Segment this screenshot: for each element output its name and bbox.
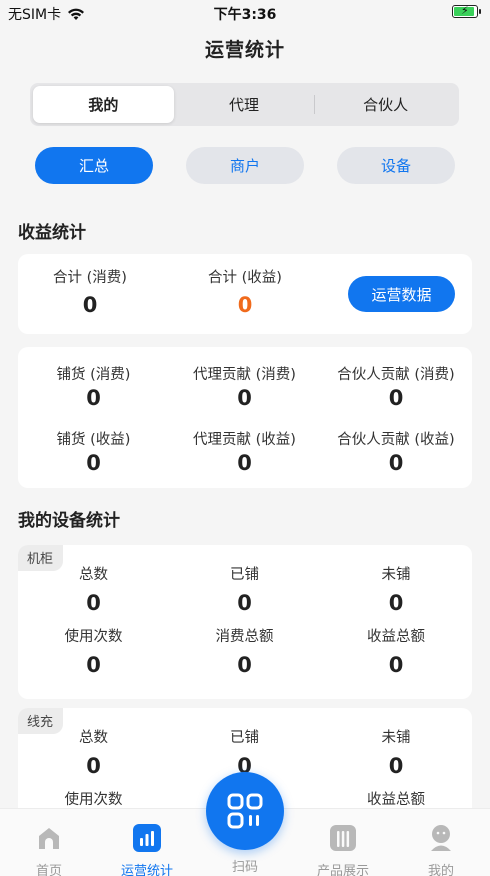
breakdown-label: 代理贡献 (收益)	[193, 432, 296, 448]
stat-label: 收益总额	[367, 629, 425, 645]
clock: 下午3:36	[213, 7, 277, 23]
scan-icon	[227, 793, 263, 829]
stat-label: 已铺	[230, 730, 259, 746]
stat-label: 总数	[79, 730, 108, 746]
device-stat: 使用次数	[18, 788, 169, 809]
breakdown-item: 代理贡献 (收益) 0	[169, 428, 320, 475]
tab-products[interactable]: 产品展示	[294, 809, 392, 876]
stat-value: 0	[388, 591, 404, 615]
stat-value: 0	[388, 754, 404, 778]
stat-value: 0	[86, 754, 101, 778]
total-consumption-value: 0	[82, 293, 98, 317]
stat-label: 已铺	[230, 567, 259, 583]
stat-value: 0	[388, 653, 404, 677]
stat-label: 未铺	[381, 567, 411, 583]
stat-label: 消费总额	[215, 629, 274, 645]
total-income-value: 0	[237, 293, 253, 317]
profile-icon	[431, 825, 451, 851]
device-stat: 已铺 0	[169, 726, 320, 778]
device-stat: 已铺 0	[169, 563, 320, 615]
device-stat: 使用次数 0	[18, 625, 169, 677]
battery-icon: ⚡	[452, 4, 481, 18]
role-segmented-control: 我的 代理 合伙人	[30, 83, 459, 126]
status-bar: 无SIM卡 下午3:36 ⚡	[0, 0, 490, 26]
product-icon	[330, 825, 356, 851]
stat-value: 0	[237, 591, 252, 615]
breakdown-label: 代理贡献 (消费)	[193, 367, 296, 383]
tab-label: 首页	[35, 864, 62, 876]
filter-device[interactable]: 设备	[337, 147, 455, 184]
breakdown-label: 铺货 (收益)	[56, 432, 131, 448]
breakdown-value: 0	[86, 386, 101, 410]
device-stat: 未铺 0	[320, 726, 472, 778]
segment-agent[interactable]: 代理	[174, 86, 315, 123]
total-consumption-label: 合计 (消费)	[53, 270, 127, 286]
revenue-breakdown-card: 铺货 (消费) 0 代理贡献 (消费) 0 合伙人贡献 (消费) 0 铺货 (收…	[18, 347, 472, 488]
stat-label: 使用次数	[64, 629, 123, 645]
breakdown-value: 0	[237, 451, 252, 475]
filter-summary[interactable]: 汇总	[35, 147, 153, 184]
stat-value: 0	[237, 653, 252, 677]
breakdown-item: 铺货 (消费) 0	[18, 363, 169, 410]
total-income: 合计 (收益) 0	[185, 266, 305, 317]
breakdown-label: 合伙人贡献 (消费)	[337, 367, 455, 383]
tab-home[interactable]: 首页	[0, 809, 98, 876]
total-income-label: 合计 (收益)	[208, 270, 282, 286]
total-consumption: 合计 (消费) 0	[30, 266, 150, 317]
tab-operations-stats[interactable]: 运营统计	[98, 809, 196, 876]
stat-label: 未铺	[381, 730, 411, 746]
segment-mine[interactable]: 我的	[33, 86, 174, 123]
filter-merchant[interactable]: 商户	[186, 147, 304, 184]
breakdown-item: 铺货 (收益) 0	[18, 428, 169, 475]
breakdown-item: 合伙人贡献 (收益) 0	[320, 428, 472, 475]
stat-value: 0	[86, 591, 101, 615]
breakdown-value: 0	[237, 386, 252, 410]
breakdown-item: 代理贡献 (消费) 0	[169, 363, 320, 410]
stat-label: 使用次数	[64, 792, 123, 808]
segment-partner[interactable]: 合伙人	[315, 86, 456, 123]
breakdown-value: 0	[388, 451, 404, 475]
stat-value: 0	[86, 653, 101, 677]
home-icon	[39, 828, 59, 849]
breakdown-value: 0	[388, 386, 404, 410]
tab-label: 运营统计	[120, 864, 173, 876]
revenue-summary-card: 合计 (消费) 0 合计 (收益) 0 运营数据	[18, 254, 472, 334]
cabinet-stats-card: 机柜 总数 0 已铺 0 未铺 0 使用次数 0 消费总额 0 收益总额 0	[18, 545, 472, 699]
device-stat: 总数 0	[18, 726, 169, 778]
tab-profile[interactable]: 我的	[392, 809, 490, 876]
operations-data-button[interactable]: 运营数据	[348, 276, 455, 312]
breakdown-label: 合伙人贡献 (收益)	[337, 432, 455, 448]
stats-icon	[133, 824, 161, 852]
breakdown-label: 铺货 (消费)	[56, 367, 131, 383]
breakdown-value: 0	[86, 451, 101, 475]
device-stat: 收益总额 0	[320, 625, 472, 677]
device-stat: 消费总额 0	[169, 625, 320, 677]
tab-label: 扫码	[231, 860, 258, 875]
tab-label: 我的	[427, 864, 454, 876]
device-section-title: 我的设备统计	[18, 511, 120, 531]
tab-label: 产品展示	[316, 864, 369, 876]
device-stat: 总数 0	[18, 563, 169, 615]
breakdown-item: 合伙人贡献 (消费) 0	[320, 363, 472, 410]
page-title: 运营统计	[204, 39, 285, 61]
device-stat: 收益总额	[320, 788, 472, 809]
scan-button[interactable]	[206, 772, 284, 850]
device-stat: 未铺 0	[320, 563, 472, 615]
stat-label: 收益总额	[367, 792, 425, 808]
revenue-section-title: 收益统计	[18, 223, 86, 243]
stat-label: 总数	[79, 567, 108, 583]
